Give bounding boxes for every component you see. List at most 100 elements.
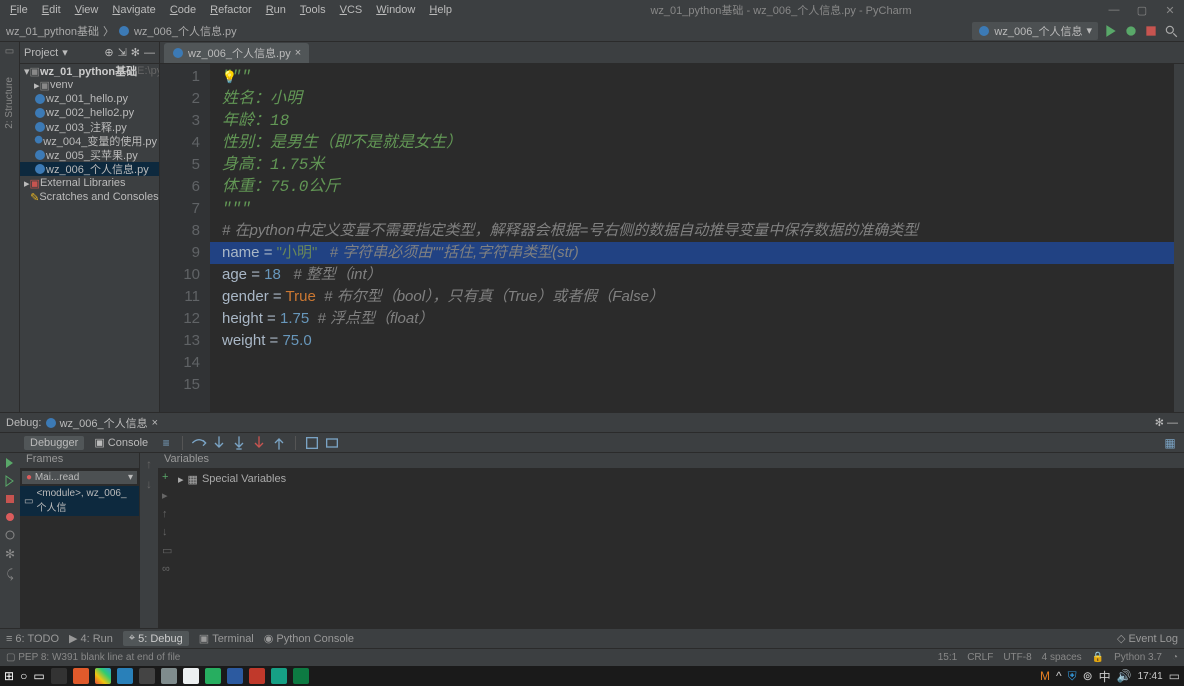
code-line[interactable]: gender = True # 布尔型（bool），只有真（True）或者假（F… <box>210 286 1184 308</box>
copy-watch-icon[interactable]: ▭ <box>162 544 178 557</box>
editor-content[interactable]: """姓名：小明年龄：18性别：是男生（即不是就是女生）身高：1.75米体重：7… <box>210 64 1184 412</box>
taskbar-app[interactable] <box>161 668 177 684</box>
code-line[interactable]: name = "小明" # 字符串必须由""括住,字符串类型(str) <box>210 242 1184 264</box>
taskbar-pycharm[interactable] <box>293 668 309 684</box>
debugger-tab[interactable]: Debugger <box>24 436 84 450</box>
tray-icon[interactable]: M <box>1040 669 1050 683</box>
breadcrumb-file[interactable]: wz_006_个人信息.py <box>134 23 237 39</box>
gear-icon[interactable]: ✻ <box>1155 416 1164 429</box>
menu-code[interactable]: Code <box>164 2 202 18</box>
close-button[interactable]: ✕ <box>1160 4 1180 17</box>
taskbar-app[interactable] <box>205 668 221 684</box>
tray-ime-icon[interactable]: 中 <box>1099 668 1111 685</box>
resume-icon[interactable] <box>4 475 16 487</box>
add-watch-icon[interactable]: + <box>162 471 178 483</box>
run-to-cursor-icon[interactable] <box>304 435 320 451</box>
line-ending[interactable]: CRLF <box>967 652 993 663</box>
code-line[interactable]: 💡 <box>210 352 1184 374</box>
hide-icon[interactable]: — <box>144 47 155 59</box>
code-line[interactable]: height = 1.75 # 浮点型（float） <box>210 308 1184 330</box>
code-line[interactable]: """ <box>210 198 1184 220</box>
settings-debug-icon[interactable]: ✻ <box>5 547 15 561</box>
taskbar-app[interactable] <box>139 668 155 684</box>
chevron-down-icon[interactable]: ▾ <box>62 46 68 59</box>
tree-file[interactable]: wz_004_变量的使用.py <box>20 134 159 148</box>
code-line[interactable]: weight = 75.0 <box>210 330 1184 352</box>
thread-selector[interactable]: ● Mai...read▾ <box>22 471 137 484</box>
menu-view[interactable]: View <box>69 2 105 18</box>
tray-shield-icon[interactable]: ⛨ <box>1068 669 1077 684</box>
menu-window[interactable]: Window <box>370 2 421 18</box>
menu-edit[interactable]: Edit <box>36 2 67 18</box>
view-breakpoints-icon[interactable] <box>4 511 16 523</box>
python-console-tab[interactable]: ◉Python Console <box>264 632 354 645</box>
mute-breakpoints-icon[interactable] <box>4 529 16 541</box>
expand-all-icon[interactable]: ⇲ <box>118 46 127 59</box>
taskbar-app[interactable] <box>95 668 111 684</box>
project-tool-button[interactable]: ▭ <box>5 46 14 57</box>
breadcrumb-root[interactable]: wz_01_python基础 <box>6 23 99 39</box>
layout-icon[interactable]: ▦ <box>1162 435 1178 451</box>
code-line[interactable] <box>210 374 1184 396</box>
code-line[interactable]: 年龄：18 <box>210 110 1184 132</box>
cortana-icon[interactable]: ○ <box>20 669 27 683</box>
stop-icon[interactable] <box>1144 24 1158 38</box>
up-watch-icon[interactable]: ↑ <box>162 508 178 520</box>
intention-bulb-icon[interactable]: 💡 <box>222 66 237 88</box>
step-over-icon[interactable] <box>191 435 207 451</box>
tree-file[interactable]: wz_006_个人信息.py <box>20 162 159 176</box>
tray-up-icon[interactable]: ^ <box>1056 669 1062 683</box>
step-out-icon[interactable] <box>271 435 287 451</box>
code-line[interactable]: 性别：是男生（即不是就是女生） <box>210 132 1184 154</box>
tree-scratches[interactable]: ✎ Scratches and Consoles <box>20 190 159 204</box>
editor-scrollbar[interactable] <box>1174 64 1184 412</box>
infinity-icon[interactable]: ∞ <box>162 563 178 575</box>
run-icon[interactable] <box>1104 24 1118 38</box>
taskbar-app[interactable] <box>227 668 243 684</box>
code-line[interactable]: age = 18 # 整型（int） <box>210 264 1184 286</box>
taskbar-app[interactable] <box>249 668 265 684</box>
cursor-position[interactable]: 15:1 <box>938 652 957 663</box>
next-frame-icon[interactable]: ↓ <box>146 477 152 491</box>
down-watch-icon[interactable]: ↓ <box>162 526 178 538</box>
menu-help[interactable]: Help <box>423 2 458 18</box>
pin-icon[interactable]: ⤹ <box>6 567 13 582</box>
expand-icon[interactable]: ▸ <box>178 473 184 486</box>
code-line[interactable]: # 在python中定义变量不需要指定类型，解释器会根据=号右侧的数据自动推导变… <box>210 220 1184 242</box>
tray-vol-icon[interactable]: 🔊 <box>1117 669 1132 683</box>
tree-file[interactable]: wz_005_买苹果.py <box>20 148 159 162</box>
editor-tab[interactable]: wz_006_个人信息.py × <box>164 43 309 63</box>
editor-gutter[interactable]: 123456789101112131415 <box>160 64 210 412</box>
rerun-icon[interactable] <box>4 457 16 469</box>
remove-watch-icon[interactable]: ▸ <box>162 489 178 502</box>
tree-file[interactable]: wz_002_hello2.py <box>20 106 159 120</box>
prev-frame-icon[interactable]: ↑ <box>146 457 152 471</box>
taskbar-app[interactable] <box>117 668 133 684</box>
select-opened-icon[interactable]: ⊕ <box>104 46 113 59</box>
evaluate-icon[interactable] <box>324 435 340 451</box>
menu-refactor[interactable]: Refactor <box>204 2 258 18</box>
tree-venv[interactable]: ▸ ▣ venv <box>20 78 159 92</box>
taskbar-app[interactable] <box>271 668 287 684</box>
tree-file[interactable]: wz_003_注释.py <box>20 120 159 134</box>
start-button[interactable]: ⊞ <box>4 669 14 683</box>
encoding[interactable]: UTF-8 <box>1003 652 1031 663</box>
status-icon[interactable]: ▢ <box>6 652 15 663</box>
close-debug-tab-icon[interactable]: × <box>152 417 158 429</box>
taskbar-app[interactable] <box>73 668 89 684</box>
inspection-icon[interactable]: ◔ <box>1172 652 1178 663</box>
taskbar-app[interactable] <box>183 668 199 684</box>
menu-navigate[interactable]: Navigate <box>106 2 161 18</box>
debug-icon[interactable] <box>1124 24 1138 38</box>
notification-icon[interactable]: ▭ <box>1169 669 1180 683</box>
stop-debug-icon[interactable] <box>4 493 16 505</box>
code-line[interactable]: 体重：75.0公斤 <box>210 176 1184 198</box>
minimize-button[interactable]: — <box>1104 4 1124 17</box>
menu-run[interactable]: Run <box>260 2 292 18</box>
frames-list[interactable]: ● Mai...read▾ ▭ <module>, wz_006_个人信 <box>20 469 139 628</box>
tree-root[interactable]: ▾ ▣ wz_01_python基础 E:\py\wz_01_p <box>20 64 159 78</box>
breadcrumb[interactable]: wz_01_python基础 〉 wz_006_个人信息.py <box>6 23 972 39</box>
menu-tools[interactable]: Tools <box>294 2 332 18</box>
code-line[interactable]: """ <box>210 66 1184 88</box>
tree-ext-libs[interactable]: ▸ ▣ External Libraries <box>20 176 159 190</box>
